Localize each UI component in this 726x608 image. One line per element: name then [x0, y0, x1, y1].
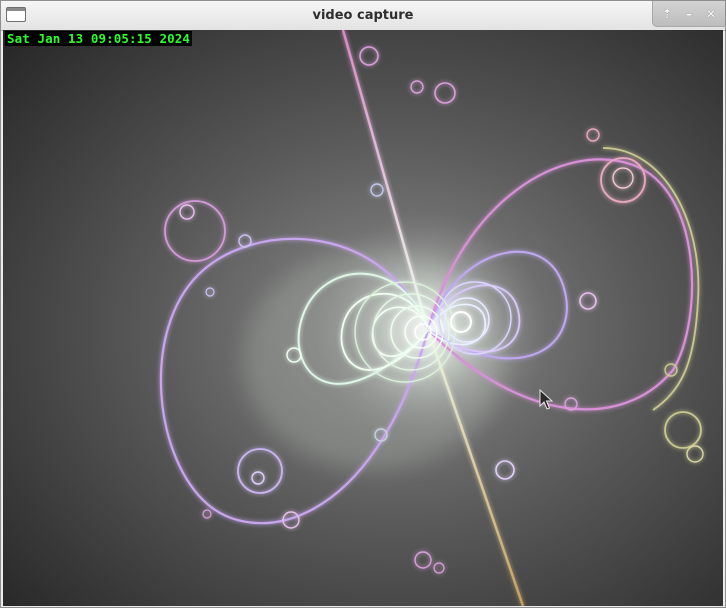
video-frame[interactable]: Sat Jan 13 09:05:15 2024: [3, 30, 723, 606]
window-title: video capture: [312, 8, 414, 23]
mouse-pointer-icon: [539, 389, 553, 410]
close-icon[interactable]: ✕: [702, 5, 720, 23]
app-window: video capture ⇡ – ✕ Sat Jan 13 09:05:15 …: [0, 0, 726, 608]
title-bar[interactable]: video capture ⇡ – ✕: [1, 1, 725, 31]
shade-icon[interactable]: ⇡: [658, 5, 676, 23]
minimize-icon[interactable]: –: [680, 5, 698, 23]
fractal-render: [3, 30, 723, 606]
timestamp-overlay: Sat Jan 13 09:05:15 2024: [5, 31, 193, 46]
window-controls: ⇡ – ✕: [652, 1, 725, 27]
